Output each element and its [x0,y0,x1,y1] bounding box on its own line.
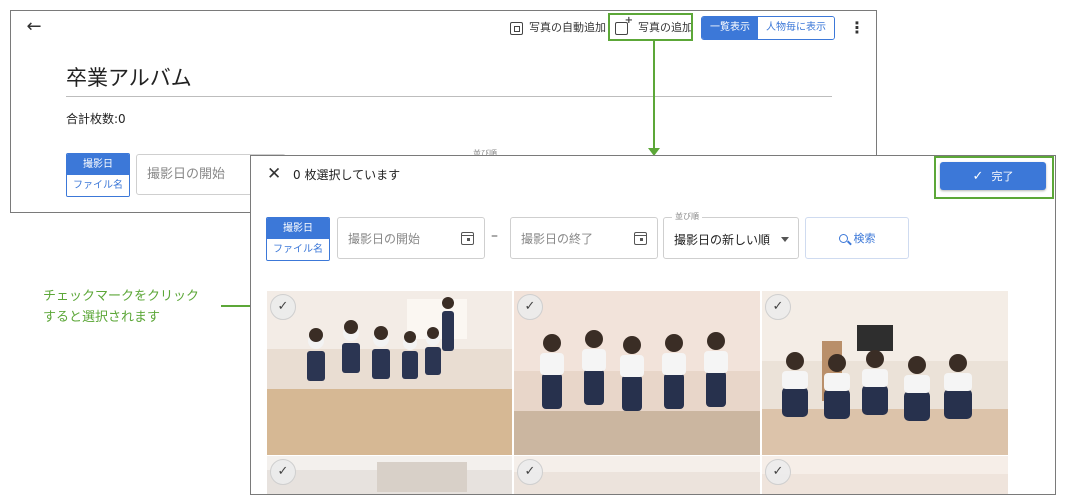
callout-connector-line [653,41,655,150]
title-divider [66,96,832,97]
calendar-icon[interactable] [461,231,474,245]
selected-count: 0 枚選択しています [293,168,401,182]
sort-order-select[interactable]: 並び順 撮影日の新しい順 [663,211,799,259]
add-photos-highlight [608,13,693,41]
view-by-person-button[interactable]: 人物毎に表示 [758,17,834,39]
select-check-icon[interactable]: ✓ [270,294,296,320]
sort-by-filename-button[interactable]: ファイル名 [267,239,329,260]
date-end-placeholder: 撮影日の終了 [521,231,594,246]
sort-key-toggle: 撮影日 ファイル名 [266,217,330,261]
select-check-icon[interactable]: ✓ [765,459,791,485]
back-arrow-icon[interactable]: ← [24,16,44,38]
photo-tile[interactable]: ✓ [267,290,512,455]
bg-sort-by-date-button[interactable]: 撮影日 [67,154,129,175]
search-button[interactable]: 検索 [805,217,909,259]
select-check-icon[interactable]: ✓ [270,459,296,485]
date-start-placeholder: 撮影日の開始 [348,231,421,246]
callout-line-1: チェックマークをクリック [43,289,200,304]
photo-tile[interactable]: ✓ [514,455,760,494]
photo-tile[interactable]: ✓ [762,455,1008,494]
photo-image [267,291,512,455]
album-title: 卒業アルバム [66,66,192,90]
photo-image [762,456,1008,494]
sort-order-label: 並び順 [672,211,702,222]
photo-tile[interactable]: ✓ [762,290,1008,455]
more-vert-icon[interactable]: ⋮ [849,18,865,38]
done-highlight [934,156,1054,199]
photo-image [514,291,760,455]
sort-by-date-button[interactable]: 撮影日 [267,218,329,239]
auto-add-photos-label: 写真の自動追加 [529,21,606,34]
gallery-icon [510,21,523,35]
auto-add-photos-button[interactable]: 写真の自動追加 [510,18,606,38]
search-label: 検索 [853,232,876,245]
date-start-field[interactable]: 撮影日の開始 [337,217,485,259]
bg-sort-by-filename-button[interactable]: ファイル名 [67,175,129,196]
bg-sort-key-toggle: 撮影日 ファイル名 [66,153,130,197]
photo-image [267,456,512,494]
view-list-button[interactable]: 一覧表示 [702,17,758,39]
search-icon [838,233,848,243]
date-end-field[interactable]: 撮影日の終了 [510,217,658,259]
calendar-icon[interactable] [634,231,647,245]
select-check-icon[interactable]: ✓ [517,294,543,320]
total-count: 合計枚数:0 [66,112,126,126]
chevron-down-icon [781,237,789,242]
sort-order-value: 撮影日の新しい順 [674,233,771,247]
select-check-icon[interactable]: ✓ [765,294,791,320]
close-icon[interactable]: ✕ [267,163,283,185]
photo-select-dialog: ✕ 0 枚選択しています ✓ 完了 撮影日 ファイル名 撮影日の開始 – 撮影日… [250,155,1056,495]
date-range-dash: – [491,228,498,244]
callout-text: チェックマークをクリック すると選択されます [43,286,199,328]
photo-tile[interactable]: ✓ [514,290,760,455]
photo-image [762,291,1008,455]
select-check-icon[interactable]: ✓ [517,459,543,485]
photo-image [514,456,760,494]
view-mode-toggle: 一覧表示 人物毎に表示 [701,16,835,40]
photo-tile[interactable]: ✓ [267,455,512,494]
callout-line-2: すると選択されます [43,310,161,325]
